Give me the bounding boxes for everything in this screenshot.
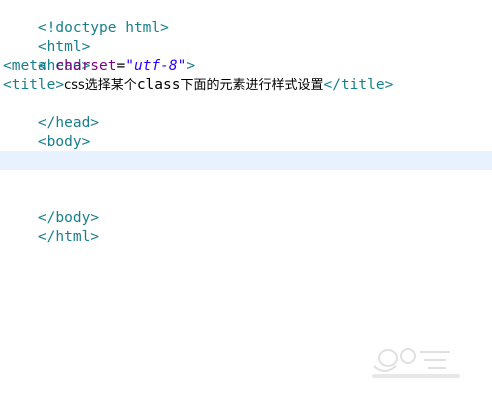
equals-sign: =	[116, 58, 126, 74]
code-line-6: </head>	[3, 95, 99, 131]
watermark-logo	[372, 348, 460, 378]
code-line-3: <head>	[3, 38, 90, 74]
code-line-7: <body>	[3, 114, 90, 150]
title-text-part1: css选择某个	[64, 78, 137, 93]
html-close-tag: </html>	[37, 229, 100, 245]
charset-attribute: charset	[55, 58, 117, 74]
body-open-tag: <body>	[37, 134, 91, 150]
title-close-tag: </title>	[323, 77, 394, 93]
title-open-tag: <title>	[3, 77, 65, 93]
title-text-class: class	[136, 77, 181, 93]
code-line-5: <title>css选择某个class下面的元素进行样式设置</title>	[3, 76, 393, 95]
code-line-1: <!doctype html>	[3, 0, 169, 36]
title-text-part2: 下面的元素进行样式设置	[180, 78, 324, 93]
meta-tag-open: <meta	[3, 58, 56, 74]
code-line-4: <meta charset="utf-8">	[3, 57, 195, 76]
current-line-highlight	[0, 151, 492, 170]
code-editor[interactable]: <!doctype html> <html> <head> <meta char…	[0, 0, 492, 402]
meta-tag-close: >	[186, 58, 196, 74]
code-line-2: <html>	[3, 19, 90, 55]
code-line-10: </body>	[3, 190, 99, 226]
code-line-11: </html>	[3, 209, 99, 245]
charset-value: "utf-8"	[125, 58, 187, 74]
